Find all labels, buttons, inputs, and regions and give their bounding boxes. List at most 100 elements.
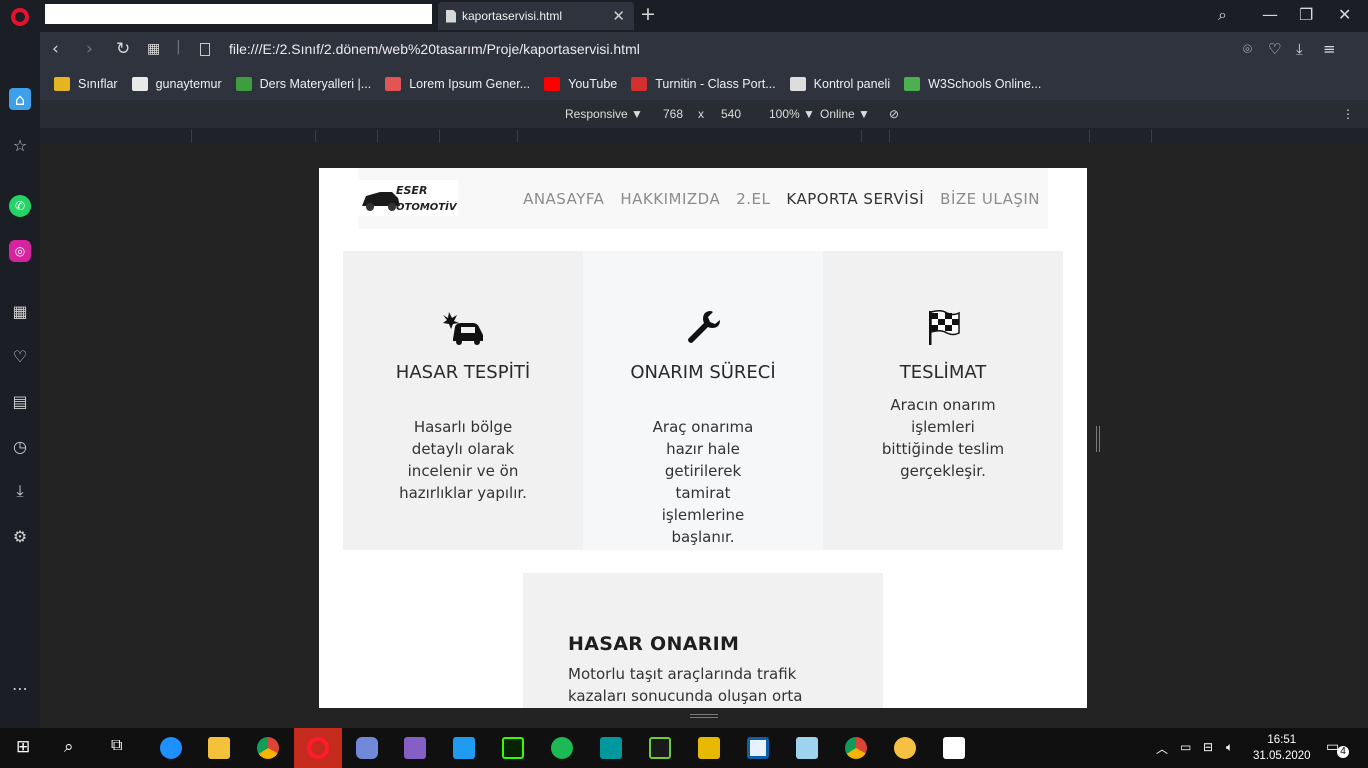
clock-date: 31.05.2020: [1253, 750, 1311, 762]
new-tab-plus-icon[interactable]: +: [640, 3, 656, 25]
windows-start-icon[interactable]: ⊞: [16, 737, 30, 757]
network-icon[interactable]: ⊟: [1203, 740, 1213, 754]
edge-icon[interactable]: [160, 737, 182, 759]
logo-text-otomotiv: OTOMOTİV: [396, 199, 458, 213]
settings-gear-icon[interactable]: ⚙: [9, 525, 31, 547]
search-icon[interactable]: ⌕: [1218, 5, 1227, 25]
opera-logo-icon[interactable]: [11, 8, 29, 26]
more-options-icon[interactable]: ⋯: [9, 677, 31, 699]
url-input[interactable]: file:///E:/2.Sınıf/2.dönem/web%20tasarım…: [229, 41, 640, 57]
heart-icon[interactable]: ♡: [9, 345, 31, 367]
bookmark-label: W3Schools Online...: [928, 77, 1042, 91]
photos-icon[interactable]: [943, 737, 965, 759]
tab-kaportaservisi[interactable]: kaportaservisi.html ✕: [438, 2, 634, 30]
minimize-icon[interactable]: —: [1262, 5, 1278, 24]
viewport-resize-handle-bottom[interactable]: [690, 714, 718, 718]
terminal-icon[interactable]: [649, 737, 671, 759]
bookmark-label: Lorem Ipsum Gener...: [409, 77, 531, 91]
volume-icon[interactable]: 🔈︎: [1226, 740, 1233, 755]
file-explorer-icon[interactable]: [208, 737, 230, 759]
bookmark-item[interactable]: Ders Materyalleri |...: [235, 77, 372, 91]
easy-setup-icon[interactable]: ≡: [1323, 40, 1336, 58]
bookmark-label: Turnitin - Class Port...: [655, 77, 776, 91]
frame-app-icon[interactable]: [747, 737, 769, 759]
nav-bize-ulasin[interactable]: BİZE ULAŞIN: [940, 190, 1040, 208]
chrome-icon[interactable]: [257, 737, 279, 759]
tool-app-icon[interactable]: [698, 737, 720, 759]
bookmark-item[interactable]: gunaytemur: [131, 77, 222, 91]
speed-dial-icon[interactable]: ☆: [9, 134, 31, 156]
hasar-onarim-section: HASAR ONARIM Motorlu taşıt araçlarında t…: [523, 573, 883, 708]
vscode-icon[interactable]: [453, 737, 475, 759]
zoom-dropdown[interactable]: 100% ▼: [769, 107, 815, 121]
instagram-icon[interactable]: ◎: [9, 240, 31, 262]
news-icon[interactable]: ▤: [9, 390, 31, 412]
tab-close-icon[interactable]: ✕: [612, 7, 625, 25]
bookmark-favicon-icon: [385, 77, 402, 91]
dreamweaver-icon[interactable]: [502, 737, 524, 759]
whatsapp-icon[interactable]: ✆: [9, 195, 31, 217]
downloads-icon[interactable]: ⤓: [9, 480, 31, 502]
logo-text-eser: ESER: [396, 184, 427, 197]
home-icon[interactable]: ⌂: [9, 88, 31, 110]
tabs-grid-icon[interactable]: ▦: [147, 41, 160, 57]
taskbar-search-icon[interactable]: ⌕: [64, 737, 74, 757]
battery-icon[interactable]: ▭: [1180, 740, 1191, 754]
card-text: Hasarlı bölge detaylı olarak incelenir v…: [399, 418, 527, 502]
taskbar-clock[interactable]: 16:51 31.05.2020: [1253, 732, 1311, 764]
chrome-second-icon[interactable]: [845, 737, 867, 759]
network-throttle-dropdown[interactable]: Online ▼: [820, 107, 870, 121]
tab-search-field[interactable]: [45, 4, 432, 24]
devtools-more-icon[interactable]: ⋮: [1342, 107, 1354, 121]
card-title: TESLİMAT: [899, 362, 987, 383]
forward-arrow-icon[interactable]: ›: [86, 39, 93, 59]
viewport-height-input[interactable]: 540: [721, 107, 741, 121]
section-title: HASAR ONARIM: [568, 633, 740, 655]
history-icon[interactable]: ◷: [9, 435, 31, 457]
camera-icon[interactable]: ⌾: [1243, 40, 1252, 58]
download-icon[interactable]: ⤓: [1296, 40, 1303, 58]
paint-icon[interactable]: [894, 737, 916, 759]
opera-taskbar-icon[interactable]: [307, 737, 329, 759]
rotate-icon[interactable]: ⊘: [889, 107, 899, 121]
ruler-segment: [316, 130, 378, 142]
nav-2el[interactable]: 2.EL: [736, 190, 770, 208]
card-text: Araç onarıma hazır hale getirilerek tami…: [652, 418, 754, 546]
eser-otomotiv-logo[interactable]: ESER OTOMOTİV: [358, 180, 458, 216]
bookmark-heart-icon[interactable]: ♡: [1268, 40, 1281, 58]
media-query-ruler: [40, 128, 1368, 144]
nav-anasayfa[interactable]: ANASAYFA: [523, 190, 604, 208]
site-header: ESER OTOMOTİV ANASAYFA HAKKIMIZDA 2.EL K…: [358, 168, 1048, 229]
close-window-icon[interactable]: ✕: [1338, 5, 1351, 24]
card-title: HASAR TESPİTİ: [395, 362, 531, 383]
tray-chevron-icon[interactable]: ︿: [1156, 740, 1168, 757]
ruler-segment: [40, 130, 192, 142]
workspaces-icon[interactable]: ▦: [9, 300, 31, 322]
bookmark-item[interactable]: YouTube: [544, 77, 617, 91]
ruler-segment: [1090, 130, 1152, 142]
bookmark-item[interactable]: Kontrol paneli: [789, 77, 890, 91]
viewport-width-input[interactable]: 768: [663, 107, 683, 121]
spotify-icon[interactable]: [551, 737, 573, 759]
discord-icon[interactable]: [356, 737, 378, 759]
nav-hakkimizda[interactable]: HAKKIMIZDA: [620, 190, 720, 208]
viewport-resize-handle-right[interactable]: [1096, 426, 1100, 452]
responsive-dropdown[interactable]: Responsive ▼: [565, 107, 643, 121]
bookmark-label: Ders Materyalleri |...: [259, 77, 372, 91]
ruler-segment: [192, 130, 316, 142]
nav-kaporta-servisi[interactable]: KAPORTA SERVİSİ: [786, 190, 924, 208]
restore-icon[interactable]: ❐: [1299, 5, 1313, 24]
reload-icon[interactable]: ↻: [116, 39, 130, 59]
bookmark-item[interactable]: Lorem Ipsum Gener...: [385, 77, 530, 91]
bookmark-item[interactable]: W3Schools Online...: [904, 77, 1041, 91]
task-view-icon[interactable]: ⧉: [111, 737, 122, 755]
bookmark-item[interactable]: Turnitin - Class Port...: [631, 77, 776, 91]
visual-studio-icon[interactable]: [404, 737, 426, 759]
notes-app-icon[interactable]: [796, 737, 818, 759]
webpage-viewport: ESER OTOMOTİV ANASAYFA HAKKIMIZDA 2.EL K…: [319, 168, 1087, 708]
card-title: ONARIM SÜRECİ: [630, 362, 776, 383]
arduino-icon[interactable]: [600, 737, 622, 759]
clock-time: 16:51: [1267, 734, 1297, 746]
bookmark-item[interactable]: Sınıflar: [54, 77, 118, 91]
back-arrow-icon[interactable]: ‹: [52, 39, 59, 59]
